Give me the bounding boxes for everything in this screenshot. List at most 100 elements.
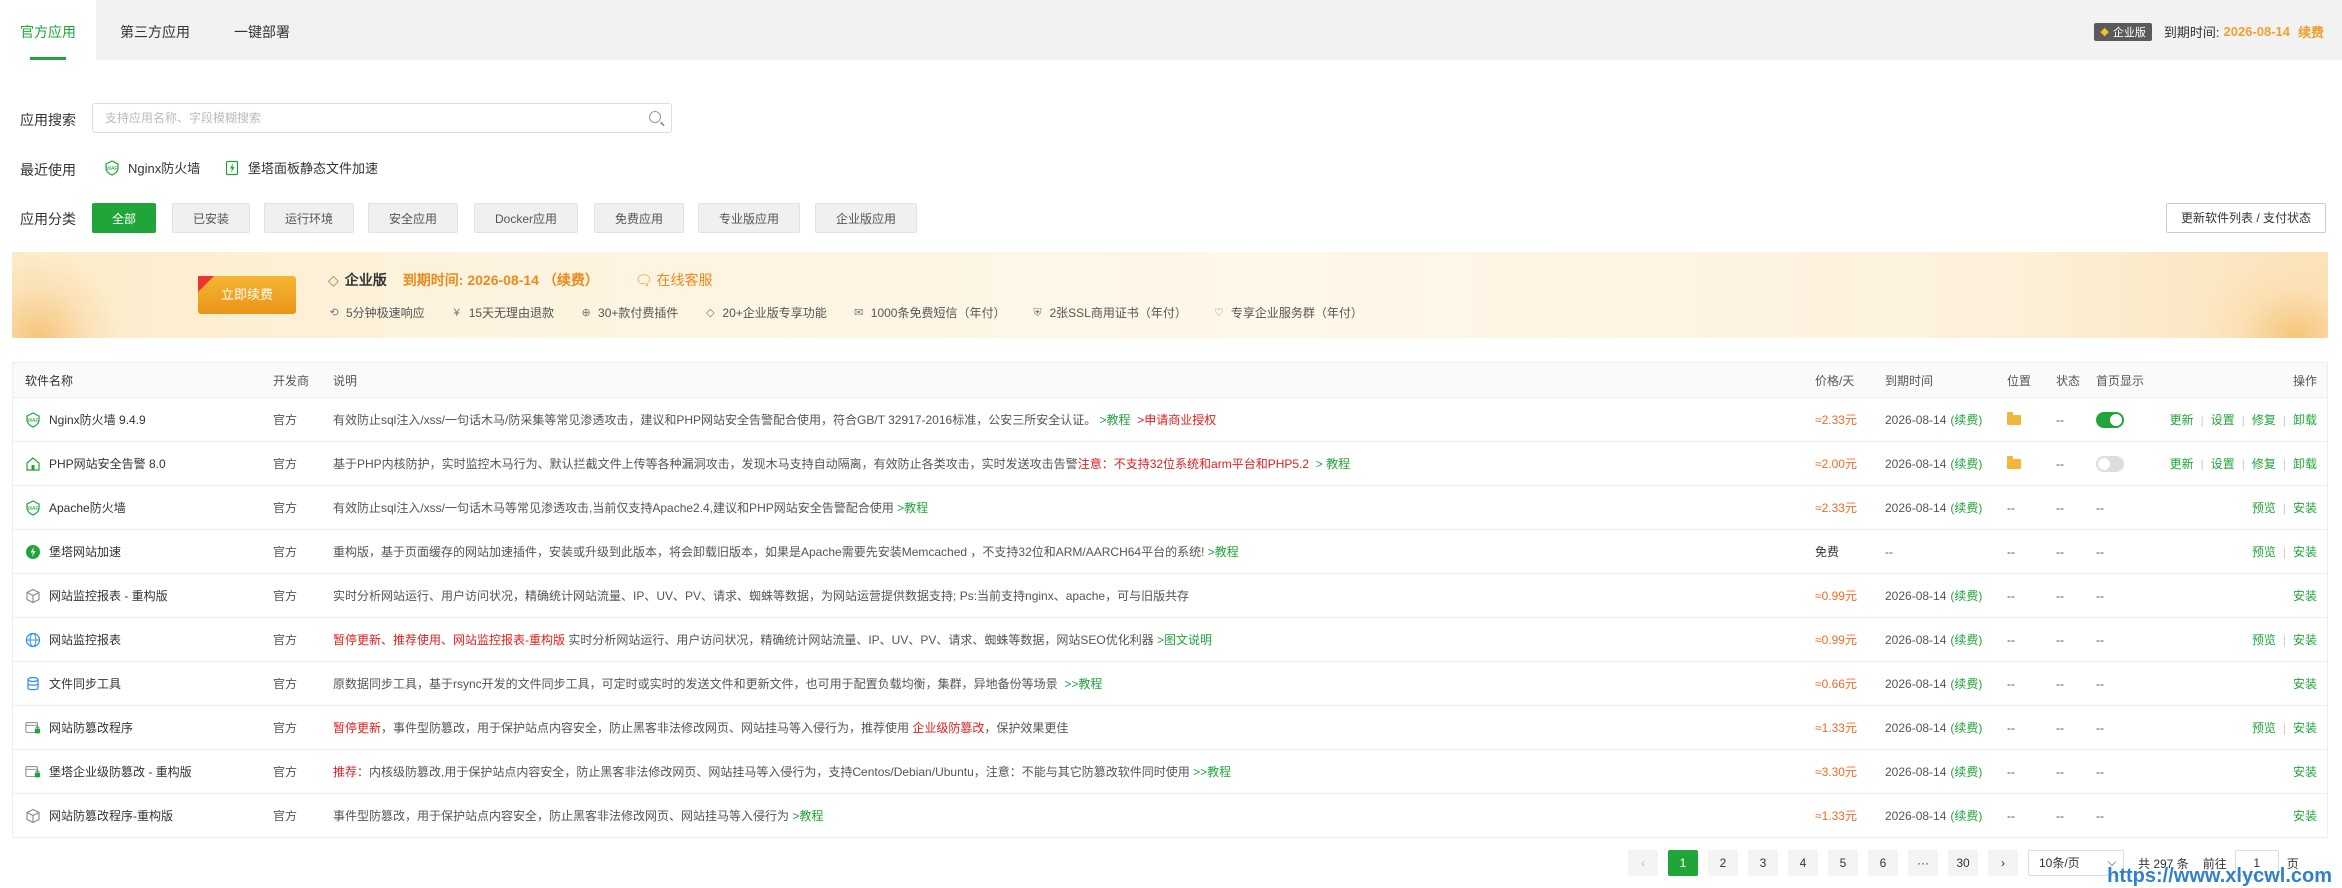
- tab-official-apps[interactable]: 官方应用: [0, 0, 96, 60]
- action-separator: |: [2241, 456, 2245, 471]
- software-name-cell[interactable]: WAF Nginx防火墙 9.4.9: [25, 398, 146, 441]
- software-name-cell[interactable]: 文件同步工具: [25, 662, 121, 705]
- home-display: --: [2096, 764, 2104, 779]
- folder-icon[interactable]: [2007, 455, 2021, 469]
- update-software-list-button[interactable]: 更新软件列表 / 支付状态: [2166, 203, 2326, 233]
- software-name-cell[interactable]: 网站监控报表 - 重构版: [25, 574, 168, 617]
- renew-link[interactable]: (续费): [1950, 631, 1982, 648]
- software-name-cell[interactable]: 网站防篡改程序-重构版: [25, 794, 173, 837]
- description-link[interactable]: >教程: [792, 807, 823, 824]
- category-runtime[interactable]: 运行环境: [264, 203, 355, 233]
- category-all[interactable]: 全部: [92, 203, 156, 233]
- search-input[interactable]: [103, 104, 627, 132]
- page-ellipsis[interactable]: ···: [1908, 850, 1938, 876]
- renew-now-button[interactable]: 立即续费: [198, 276, 296, 314]
- software-name[interactable]: 文件同步工具: [49, 675, 121, 692]
- software-name[interactable]: 网站监控报表: [49, 631, 121, 648]
- category-installed[interactable]: 已安装: [172, 203, 251, 233]
- search-icon[interactable]: [649, 111, 661, 123]
- software-name-cell[interactable]: 网站监控报表: [25, 618, 121, 661]
- description-link[interactable]: >教程: [1100, 411, 1131, 428]
- action-separator: |: [2200, 412, 2204, 427]
- description-link[interactable]: >图文说明: [1157, 631, 1212, 648]
- renew-link[interactable]: 续费: [2298, 22, 2324, 41]
- software-name-cell[interactable]: PHP网站安全告警 8.0: [25, 442, 166, 485]
- software-name[interactable]: 网站防篡改程序: [49, 719, 133, 736]
- action-preview-button[interactable]: 预览: [2252, 631, 2276, 648]
- action-install-button[interactable]: 安装: [2293, 631, 2317, 648]
- action-install-button[interactable]: 安装: [2293, 675, 2317, 692]
- page-button[interactable]: 3: [1748, 850, 1778, 876]
- actions: 安装: [2293, 574, 2317, 617]
- home-display-toggle[interactable]: [2096, 411, 2124, 428]
- renew-link[interactable]: (续费): [1950, 763, 1982, 780]
- renew-link[interactable]: (续费): [1950, 807, 1982, 824]
- tab-one-click-deploy[interactable]: 一键部署: [216, 0, 308, 60]
- description-link[interactable]: >>教程: [1064, 675, 1102, 692]
- category-free[interactable]: 免费应用: [594, 203, 685, 233]
- software-name[interactable]: Apache防火墙: [49, 499, 126, 516]
- page-button[interactable]: 4: [1788, 850, 1818, 876]
- tab-third-party-apps[interactable]: 第三方应用: [102, 0, 208, 60]
- action-install-button[interactable]: 安装: [2293, 807, 2317, 824]
- software-name[interactable]: 堡塔企业级防篡改 - 重构版: [49, 763, 192, 780]
- renew-link[interactable]: (续费): [1950, 455, 1982, 472]
- folder-icon[interactable]: [2007, 411, 2021, 425]
- action-preview-button[interactable]: 预览: [2252, 543, 2276, 560]
- recent-item-nginx-firewall[interactable]: WAF Nginx防火墙: [104, 158, 200, 177]
- action-settings-button[interactable]: 设置: [2211, 411, 2235, 428]
- category-docker[interactable]: Docker应用: [474, 203, 579, 233]
- action-uninstall-button[interactable]: 卸载: [2293, 455, 2317, 472]
- software-name[interactable]: 网站监控报表 - 重构版: [49, 587, 168, 604]
- online-service-link[interactable]: 🗨 在线客服: [635, 270, 713, 290]
- software-name-cell[interactable]: 堡塔企业级防篡改 - 重构版: [25, 750, 192, 793]
- action-preview-button[interactable]: 预览: [2252, 719, 2276, 736]
- action-repair-button[interactable]: 修复: [2252, 455, 2276, 472]
- renew-link[interactable]: (续费): [1950, 675, 1982, 692]
- category-security[interactable]: 安全应用: [368, 203, 459, 233]
- description-link[interactable]: > 教程: [1316, 455, 1350, 472]
- location: --: [2007, 588, 2015, 603]
- banner-expire[interactable]: 到期时间: 2026-08-14 （续费）: [403, 270, 599, 290]
- action-update-button[interactable]: 更新: [2170, 455, 2194, 472]
- status: --: [2056, 456, 2064, 471]
- action-install-button[interactable]: 安装: [2293, 587, 2317, 604]
- description-link[interactable]: >教程: [897, 499, 928, 516]
- software-name[interactable]: 堡塔网站加速: [49, 543, 121, 560]
- software-name-cell[interactable]: 网站防篡改程序: [25, 706, 133, 749]
- page-button[interactable]: 1: [1668, 850, 1698, 876]
- recent-item-static-accel[interactable]: 堡塔面板静态文件加速: [224, 158, 378, 177]
- page-button[interactable]: 5: [1828, 850, 1858, 876]
- prev-page-button[interactable]: ‹: [1628, 850, 1658, 876]
- next-page-button[interactable]: ›: [1988, 850, 2018, 876]
- page-button[interactable]: 2: [1708, 850, 1738, 876]
- software-name[interactable]: PHP网站安全告警 8.0: [49, 455, 166, 472]
- software-name-cell[interactable]: 堡塔网站加速: [25, 530, 121, 573]
- action-settings-button[interactable]: 设置: [2211, 455, 2235, 472]
- software-name[interactable]: Nginx防火墙 9.4.9: [49, 411, 146, 428]
- description-link[interactable]: >教程: [1208, 543, 1239, 560]
- action-uninstall-button[interactable]: 卸载: [2293, 411, 2317, 428]
- page-button[interactable]: 6: [1868, 850, 1898, 876]
- action-update-button[interactable]: 更新: [2170, 411, 2194, 428]
- table-row: PHP网站安全告警 8.0 官方 基于PHP内核防护，实时监控木马行为、默认拦截文件…: [13, 442, 2327, 486]
- action-install-button[interactable]: 安装: [2293, 499, 2317, 516]
- software-name[interactable]: 网站防篡改程序-重构版: [49, 807, 173, 824]
- software-name-cell[interactable]: WAF Apache防火墙: [25, 486, 126, 529]
- action-repair-button[interactable]: 修复: [2252, 411, 2276, 428]
- actions: 更新 | 设置 | 修复 | 卸载: [2170, 442, 2317, 485]
- action-preview-button[interactable]: 预览: [2252, 499, 2276, 516]
- renew-link[interactable]: (续费): [1950, 411, 1982, 428]
- renew-link[interactable]: (续费): [1950, 719, 1982, 736]
- category-enterprise[interactable]: 企业版应用: [815, 203, 918, 233]
- renew-link[interactable]: (续费): [1950, 587, 1982, 604]
- category-pro[interactable]: 专业版应用: [698, 203, 801, 233]
- home-display-toggle[interactable]: [2096, 455, 2124, 472]
- description-link[interactable]: >>教程: [1193, 763, 1231, 780]
- action-install-button[interactable]: 安装: [2293, 543, 2317, 560]
- action-install-button[interactable]: 安装: [2293, 719, 2317, 736]
- page-button[interactable]: 30: [1948, 850, 1978, 876]
- description-link[interactable]: >申请商业授权: [1137, 411, 1216, 428]
- renew-link[interactable]: (续费): [1950, 499, 1982, 516]
- action-install-button[interactable]: 安装: [2293, 763, 2317, 780]
